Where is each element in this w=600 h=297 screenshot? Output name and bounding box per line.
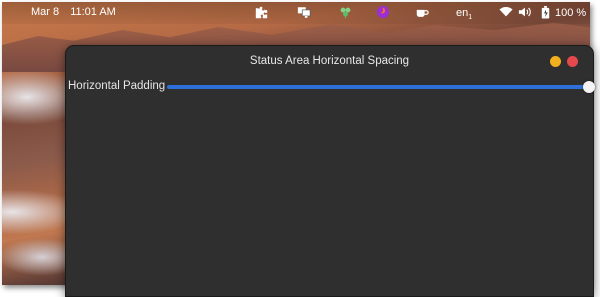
battery-percent: 100 % xyxy=(555,7,587,19)
date-text: Mar 8 xyxy=(31,6,60,18)
horizontal-padding-slider[interactable] xyxy=(167,81,595,93)
slider-fill xyxy=(167,85,589,89)
firefox-icon[interactable] xyxy=(376,5,390,19)
puzzle-icon[interactable] xyxy=(254,5,268,19)
language-text: en xyxy=(456,7,469,19)
close-button[interactable] xyxy=(567,56,578,67)
display-icon[interactable] xyxy=(297,5,311,19)
horizontal-padding-label: Horizontal Padding xyxy=(68,80,166,92)
language-indicator[interactable]: en1 xyxy=(456,7,472,21)
clock[interactable]: Mar 8 11:01 AM xyxy=(31,6,116,18)
time-text: 11:01 AM xyxy=(70,6,116,18)
top-bar: Mar 8 11:01 AM en1 100 % xyxy=(2,2,590,24)
clover-icon[interactable] xyxy=(338,5,352,19)
settings-window: Status Area Horizontal Spacing Horizonta… xyxy=(65,45,595,297)
cup-icon[interactable] xyxy=(415,5,429,19)
minimize-button[interactable] xyxy=(550,56,561,67)
horizontal-padding-row: Horizontal Padding xyxy=(66,80,595,96)
window-title: Status Area Horizontal Spacing xyxy=(249,55,410,67)
language-subscript: 1 xyxy=(468,14,473,22)
battery-icon[interactable] xyxy=(538,5,552,19)
slider-handle[interactable] xyxy=(583,81,595,93)
wifi-icon[interactable] xyxy=(499,5,513,19)
volume-icon[interactable] xyxy=(518,5,532,19)
